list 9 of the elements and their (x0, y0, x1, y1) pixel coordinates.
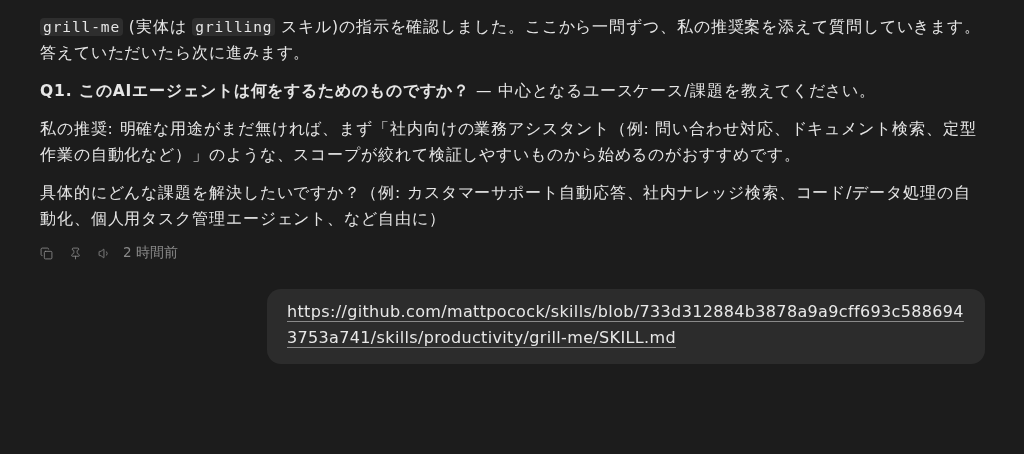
message-paragraph: 私の推奨: 明確な用途がまだ無ければ、まず「社内向けの業務アシスタント（例: 問い合わせ対応、ドキュメント検索、定型作業の自動化など）」のような、スコープが絞れて検証しやすいものから始めるのがおすすめです。 (40, 119, 978, 166)
message-paragraph: Q1. このAIエージェントは何をするためのものですか？ — 中心となるユースケース/課題を教えてください。 (40, 81, 878, 102)
pin-icon[interactable] (69, 246, 82, 260)
speaker-icon[interactable] (98, 246, 111, 260)
message-paragraph: 具体的にどんな課題を解決したいですか？（例: カスタマーサポート自動応答、社内ナレッジ検索、コード/データ処理の自動化、個人用タスク管理エージェント、など自由に） (40, 183, 972, 230)
skill-link[interactable]: https://github.com/mattpocock/skills/blob/733d312884b3878a9a9cff693c5886943753a741/skills/productivity/grill-me/SKILL.md (287, 299, 965, 351)
timestamp: 2 時間前 (123, 244, 178, 262)
copy-icon[interactable] (40, 246, 53, 260)
message-paragraph: grill-me (実体は grilling スキル)の指示を確認しました。ここから一問ずつ、私の推奨案を添えて質問していきます。答えていただいたら次に進みます。 (40, 17, 983, 64)
